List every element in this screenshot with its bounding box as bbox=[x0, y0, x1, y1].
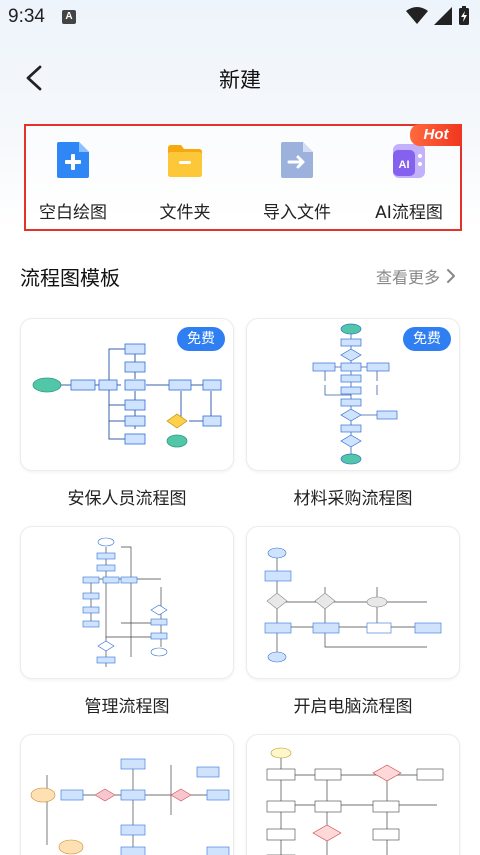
template-card[interactable] bbox=[246, 734, 460, 855]
chevron-right-icon bbox=[447, 269, 455, 283]
template-name: 开启电脑流程图 bbox=[293, 697, 413, 717]
view-more-label: 查看更多 bbox=[375, 268, 440, 287]
template-card-security[interactable]: 免费 bbox=[20, 318, 234, 471]
blank-drawing-label: 空白绘图 bbox=[39, 203, 107, 223]
flowchart-thumbnail bbox=[264, 547, 442, 663]
flowchart-thumbnail bbox=[82, 537, 168, 667]
page-title: 新建 bbox=[219, 68, 261, 92]
hot-badge: Hot bbox=[410, 124, 462, 146]
import-file-button[interactable]: 导入文件 bbox=[242, 126, 352, 229]
import-file-icon bbox=[281, 142, 313, 178]
template-card-procurement[interactable]: 免费 bbox=[246, 318, 460, 471]
template-name: 安保人员流程图 bbox=[67, 489, 187, 509]
free-badge: 免费 bbox=[403, 327, 451, 351]
import-file-label: 导入文件 bbox=[263, 203, 331, 223]
template-name: 材料采购流程图 bbox=[293, 489, 413, 509]
status-icons bbox=[406, 6, 470, 26]
header: 新建 bbox=[0, 52, 480, 102]
status-bar: 9:34 A bbox=[0, 0, 480, 34]
battery-icon bbox=[459, 6, 469, 25]
view-more-link[interactable]: 查看更多 bbox=[376, 264, 458, 288]
ai-flowchart-label: AI流程图 bbox=[375, 203, 443, 223]
status-time: 9:34 bbox=[8, 6, 45, 27]
templates-section-header: 流程图模板 查看更多 bbox=[0, 258, 480, 292]
signal-icon bbox=[434, 7, 452, 25]
blank-drawing-button[interactable]: 空白绘图 bbox=[18, 126, 128, 229]
blank-add-icon bbox=[57, 142, 89, 178]
templates-section-title: 流程图模板 bbox=[20, 266, 120, 290]
wifi-icon bbox=[406, 7, 428, 24]
free-badge: 免费 bbox=[177, 327, 225, 351]
folder-icon bbox=[168, 145, 202, 177]
template-card[interactable] bbox=[20, 734, 234, 855]
template-card-computer[interactable] bbox=[246, 526, 460, 679]
folder-label: 文件夹 bbox=[159, 203, 211, 223]
template-name: 管理流程图 bbox=[84, 697, 170, 717]
ai-flow-icon: AI bbox=[393, 144, 425, 178]
flowchart-thumbnail bbox=[266, 747, 444, 855]
a-notification-icon: A bbox=[62, 10, 76, 24]
template-card-management[interactable] bbox=[20, 526, 234, 679]
flowchart-thumbnail bbox=[30, 758, 230, 855]
quick-actions-panel: 空白绘图 文件夹 导入文件 AI AI流程图 Hot bbox=[24, 124, 462, 231]
folder-button[interactable]: 文件夹 bbox=[130, 126, 240, 229]
svg-text:AI: AI bbox=[399, 159, 410, 171]
